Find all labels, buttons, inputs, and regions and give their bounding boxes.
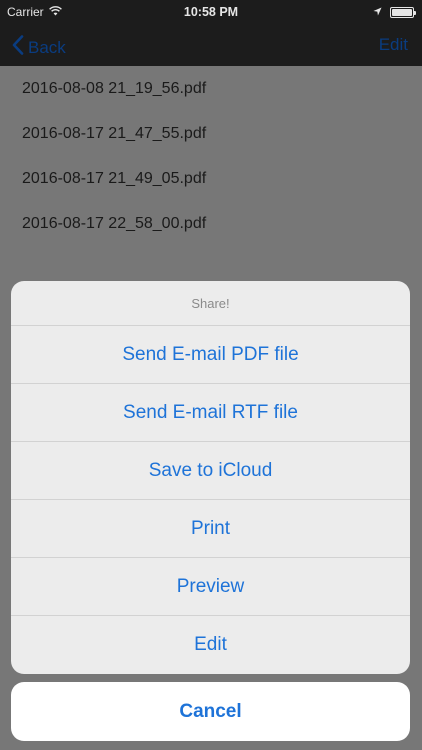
save-to-icloud-button[interactable]: Save to iCloud xyxy=(11,442,410,500)
status-bar: Carrier 10:58 PM xyxy=(0,0,422,24)
location-icon xyxy=(373,5,382,19)
back-button[interactable]: Back xyxy=(12,35,66,60)
navigation-bar: Back Edit xyxy=(0,24,422,66)
battery-fill xyxy=(392,8,412,16)
status-right xyxy=(373,5,416,19)
print-button[interactable]: Print xyxy=(11,500,410,558)
screen: Carrier 10:58 PM Back Edit 2016-08-08 21… xyxy=(0,0,422,750)
file-row[interactable]: 2016-08-17 21_47_55.pdf xyxy=(0,111,422,156)
send-email-rtf-button[interactable]: Send E-mail RTF file xyxy=(11,384,410,442)
preview-button[interactable]: Preview xyxy=(11,558,410,616)
file-list: 2016-08-08 21_19_56.pdf 2016-08-17 21_47… xyxy=(0,66,422,246)
back-label: Back xyxy=(28,37,66,57)
edit-button[interactable]: Edit xyxy=(379,35,408,55)
file-row[interactable]: 2016-08-08 21_19_56.pdf xyxy=(0,66,422,111)
edit-action-button[interactable]: Edit xyxy=(11,616,410,674)
chevron-left-icon xyxy=(12,35,24,60)
file-row[interactable]: 2016-08-17 21_49_05.pdf xyxy=(0,156,422,201)
battery-icon xyxy=(390,6,416,18)
cancel-button[interactable]: Cancel xyxy=(11,682,410,741)
send-email-pdf-button[interactable]: Send E-mail PDF file xyxy=(11,326,410,384)
share-action-sheet: Share! Send E-mail PDF file Send E-mail … xyxy=(11,281,410,674)
status-time: 10:58 PM xyxy=(183,5,239,19)
action-sheet-title: Share! xyxy=(11,281,410,326)
file-row[interactable]: 2016-08-17 22_58_00.pdf xyxy=(0,201,422,246)
